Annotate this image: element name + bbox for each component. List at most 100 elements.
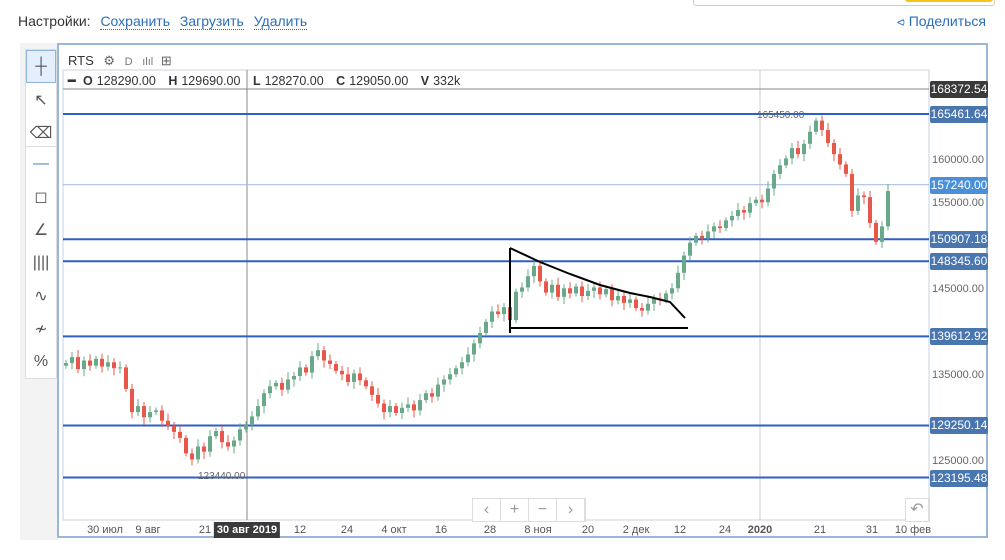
- candle-body: [754, 199, 758, 204]
- candle-body: [196, 446, 200, 460]
- candle-body: [418, 400, 422, 411]
- scroll-left-button[interactable]: ‹: [473, 499, 501, 521]
- price-label-level: 129250.14: [930, 417, 988, 435]
- candle-body: [406, 404, 410, 408]
- bars-icon[interactable]: ılıl: [142, 56, 153, 68]
- candle-body: [886, 191, 890, 227]
- open-value: 128290.00: [96, 74, 156, 88]
- candle-body: [616, 296, 620, 301]
- price-label-crosshair: 168372.54: [930, 80, 988, 98]
- x-axis-label: 8 ноя: [524, 524, 552, 536]
- gear-icon[interactable]: ⚙: [103, 53, 115, 68]
- candle-body: [88, 360, 92, 366]
- candle-body: [454, 368, 458, 375]
- price-label-level: 139612.92: [930, 328, 988, 346]
- candle-body: [148, 412, 152, 418]
- candle-body: [598, 287, 602, 295]
- candle-body: [730, 216, 734, 221]
- scroll-right-button[interactable]: ›: [557, 499, 585, 521]
- candle-body: [646, 303, 650, 311]
- candle-body: [784, 158, 788, 166]
- candle-body: [814, 120, 818, 132]
- x-axis-label: 2 дек: [622, 524, 650, 536]
- candle-body: [268, 386, 272, 394]
- candle-body: [676, 272, 680, 289]
- candle-body: [184, 437, 188, 454]
- candle-body: [880, 226, 884, 242]
- candle-body: [394, 406, 398, 413]
- candle-body: [274, 382, 278, 387]
- candle-body: [292, 376, 296, 380]
- x-axis-label: 4 окт: [381, 524, 407, 536]
- candle-body: [634, 299, 638, 309]
- x-axis-label: 31: [865, 524, 879, 536]
- price-label-level: 123195.48: [930, 469, 988, 487]
- ohlc-readout: ━ O 128290.00 H 129690.00 L 128270.00 C 1290…: [68, 74, 461, 88]
- candle-body: [796, 148, 800, 155]
- candle-body: [382, 403, 386, 413]
- candle-body: [736, 210, 740, 217]
- volume-value: 332k: [433, 74, 461, 88]
- minus-icon: ━: [68, 74, 76, 88]
- candle-body: [628, 299, 632, 303]
- x-axis-label: 2020: [747, 524, 773, 536]
- candle-body: [574, 286, 578, 294]
- candle-body: [214, 431, 218, 437]
- reset-group: ↶: [905, 498, 930, 522]
- candle-body: [100, 358, 104, 367]
- candle-body: [856, 195, 860, 211]
- candle-body: [82, 360, 86, 370]
- candle-body: [748, 203, 752, 213]
- close-value: 129050.00: [349, 74, 409, 88]
- candle-body: [172, 425, 176, 432]
- candle-body: [106, 362, 110, 367]
- candle-body: [190, 453, 194, 460]
- candle-body: [370, 386, 374, 395]
- candle-body: [670, 288, 674, 294]
- plus-box-icon[interactable]: ⊞: [161, 53, 172, 68]
- x-axis-label: 30 июл: [87, 524, 123, 536]
- chart-header: RTS ⚙ D ılıl ⊞: [68, 53, 172, 69]
- candle-body: [604, 289, 608, 295]
- price-label-level: 150907.18: [930, 231, 988, 249]
- candle-body: [640, 308, 644, 311]
- candle-body: [70, 357, 74, 364]
- zoom-in-button[interactable]: +: [501, 499, 529, 521]
- candle-body: [484, 321, 488, 333]
- low-annotation: 123440.00: [198, 471, 246, 482]
- price-label-level: 148345.60: [930, 253, 988, 271]
- symbol[interactable]: RTS: [68, 53, 94, 68]
- candle-body: [226, 442, 230, 447]
- zoom-out-button[interactable]: −: [529, 499, 557, 521]
- x-axis-label: 16: [434, 524, 448, 536]
- candle-body: [304, 367, 308, 373]
- y-tick-label: 160000.00: [932, 154, 984, 166]
- candle-body: [256, 406, 260, 417]
- candle-body: [682, 255, 686, 273]
- reset-button[interactable]: ↶: [906, 499, 929, 521]
- candle-body: [808, 131, 812, 144]
- low-value: 128270.00: [264, 74, 324, 88]
- period[interactable]: D: [125, 56, 133, 68]
- candle-body: [502, 307, 506, 315]
- candle-body: [316, 350, 320, 357]
- y-tick-label: 145000.00: [932, 283, 984, 295]
- candle-body: [694, 235, 698, 243]
- plot-border: [62, 69, 930, 521]
- candle-body: [94, 358, 98, 366]
- candle-body: [232, 440, 236, 447]
- x-axis-label: 10 фев: [894, 524, 932, 536]
- x-axis-label: 24: [340, 524, 354, 536]
- candle-body: [496, 311, 500, 315]
- candle-body: [142, 406, 146, 418]
- candle-body: [424, 393, 428, 401]
- candle-body: [526, 276, 530, 288]
- candle-body: [340, 370, 344, 375]
- x-axis-label: 9 авг: [135, 524, 161, 536]
- candle-body: [208, 436, 212, 452]
- candle-body: [688, 242, 692, 256]
- candle-body: [868, 197, 872, 223]
- candle-body: [568, 288, 572, 294]
- candle-body: [442, 379, 446, 385]
- candle-body: [364, 380, 368, 387]
